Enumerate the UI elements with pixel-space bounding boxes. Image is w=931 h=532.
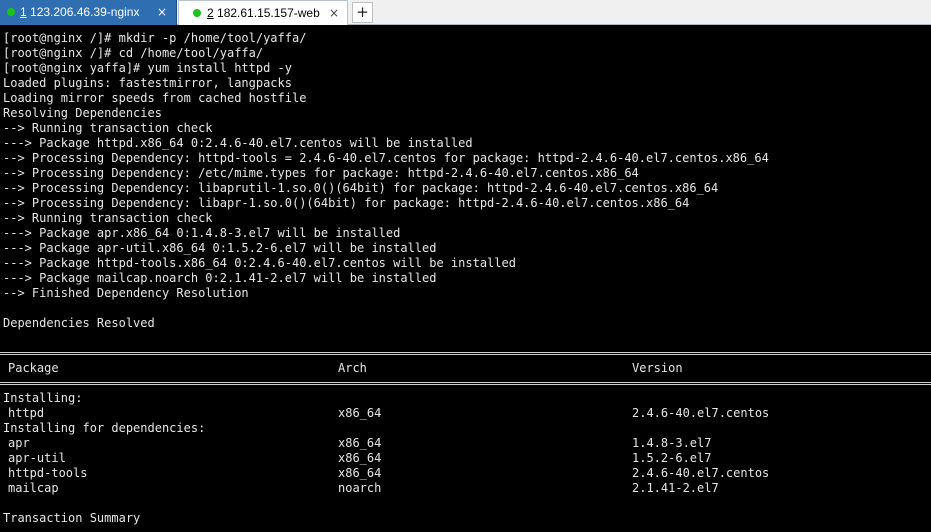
version-cell: 2.4.6-40.el7.centos <box>632 466 770 480</box>
tab-label: 123.206.46.39-nginx <box>30 5 140 19</box>
terminal-line: Dependencies Resolved <box>3 316 155 330</box>
terminal-line: ---> Package apr-util.x86_64 0:1.5.2-6.e… <box>3 241 437 255</box>
terminal-line: ---> Package apr.x86_64 0:1.4.8-3.el7 wi… <box>3 226 401 240</box>
close-tab-icon[interactable]: × <box>329 1 339 25</box>
session-tab-1[interactable]: 1 123.206.46.39-nginx × <box>0 0 177 25</box>
version-cell: Version <box>632 361 683 375</box>
package-cell: apr <box>8 436 30 450</box>
terminal-line: [root@nginx /]# mkdir -p /home/tool/yaff… <box>3 31 307 45</box>
package-cell: httpd-tools <box>8 466 88 480</box>
new-tab-button[interactable]: + <box>352 2 373 23</box>
terminal-line: --> Processing Dependency: libapr-1.so.0… <box>3 196 690 210</box>
terminal-line: --> Running transaction check <box>3 211 213 225</box>
transaction-summary-line: Transaction Summary <box>3 511 141 525</box>
arch-cell: x86_64 <box>338 451 382 465</box>
table-separator <box>0 346 931 361</box>
connection-status-icon <box>193 9 201 17</box>
terminal-output[interactable]: [root@nginx /]# mkdir -p /home/tool/yaff… <box>0 31 931 526</box>
terminal-line: ---> Package httpd-tools.x86_64 0:2.4.6-… <box>3 256 516 270</box>
arch-cell: Arch <box>338 361 367 375</box>
terminal-line: ---> Package httpd.x86_64 0:2.4.6-40.el7… <box>3 136 473 150</box>
terminal-line: Loading mirror speeds from cached hostfi… <box>3 91 307 105</box>
table-row: mailcap noarch 2.1.41-2.el7 <box>3 481 931 496</box>
version-cell: 2.1.41-2.el7 <box>632 481 719 495</box>
terminal-line: --> Finished Dependency Resolution <box>3 286 249 300</box>
table-row: httpd x86_64 2.4.6-40.el7.centos <box>3 406 931 421</box>
tab-number: 1 <box>20 5 27 19</box>
terminal-line: --> Processing Dependency: libaprutil-1.… <box>3 181 719 195</box>
tab-number: 2 <box>207 6 214 20</box>
terminal-line: --> Running transaction check <box>3 121 213 135</box>
package-cell: httpd <box>8 406 45 420</box>
terminal-line: ---> Package mailcap.noarch 0:2.1.41-2.e… <box>3 271 437 285</box>
close-tab-icon[interactable]: × <box>157 0 167 25</box>
terminal-line: [root@nginx /]# cd /home/tool/yaffa/ <box>3 46 264 60</box>
arch-cell: noarch <box>338 481 382 495</box>
table-row: apr-util x86_64 1.5.2-6.el7 <box>3 451 931 466</box>
table-row: apr x86_64 1.4.8-3.el7 <box>3 436 931 451</box>
table-section-label: Installing: <box>3 391 83 405</box>
terminal-line: --> Processing Dependency: /etc/mime.typ… <box>3 166 639 180</box>
version-cell: 2.4.6-40.el7.centos <box>632 406 770 420</box>
table-row: httpd-tools x86_64 2.4.6-40.el7.centos <box>3 466 931 481</box>
table-header-row: Package Arch Version <box>3 361 931 376</box>
version-cell: 1.4.8-3.el7 <box>632 436 712 450</box>
terminal-line: Resolving Dependencies <box>3 106 162 120</box>
package-cell: mailcap <box>8 481 59 495</box>
connection-status-icon <box>7 8 15 16</box>
version-cell: 1.5.2-6.el7 <box>632 451 712 465</box>
tab-label: 182.61.15.157-web <box>217 6 320 20</box>
package-cell: Package <box>8 361 59 375</box>
session-tab-bar: 1 123.206.46.39-nginx × 2 182.61.15.157-… <box>0 0 931 25</box>
package-cell: apr-util <box>8 451 66 465</box>
table-separator <box>0 376 931 391</box>
terminal-line: Loaded plugins: fastestmirror, langpacks <box>3 76 292 90</box>
arch-cell: x86_64 <box>338 406 382 420</box>
terminal-line: [root@nginx yaffa]# yum install httpd -y <box>3 61 292 75</box>
table-section-label: Installing for dependencies: <box>3 421 206 435</box>
arch-cell: x86_64 <box>338 436 382 450</box>
ssh-client-window: 1 123.206.46.39-nginx × 2 182.61.15.157-… <box>0 0 931 532</box>
arch-cell: x86_64 <box>338 466 382 480</box>
terminal-line: --> Processing Dependency: httpd-tools =… <box>3 151 769 165</box>
session-tab-2[interactable]: 2 182.61.15.157-web × <box>178 0 348 25</box>
